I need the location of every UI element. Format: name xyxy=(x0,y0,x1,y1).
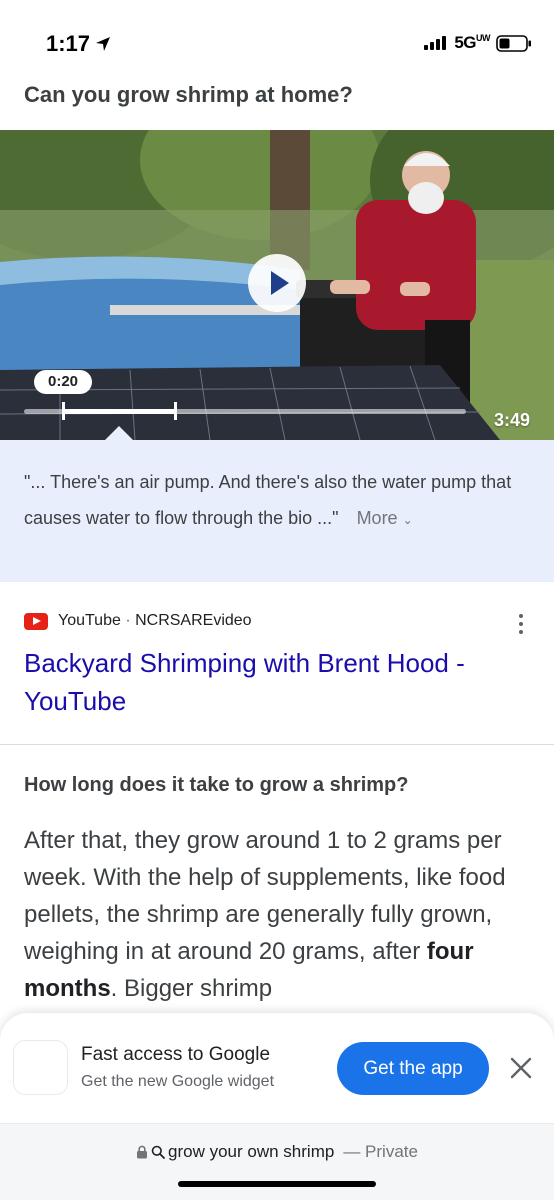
status-bar: 1:17 5GUW xyxy=(0,0,554,80)
lock-icon xyxy=(137,1145,148,1159)
more-options-icon[interactable] xyxy=(518,614,524,634)
play-button[interactable] xyxy=(248,254,306,312)
youtube-icon xyxy=(24,612,48,630)
transcript-text: "... There's an air pump. And there's al… xyxy=(24,464,530,538)
network-label: 5GUW xyxy=(454,33,490,52)
divider xyxy=(0,744,554,745)
snippet-pointer xyxy=(104,426,134,441)
address-text[interactable]: grow your own shrimp — Private xyxy=(0,1142,554,1162)
more-link[interactable]: More ⌄ xyxy=(357,508,413,528)
result-source[interactable]: YouTube · NCRSAREvideo xyxy=(24,612,252,630)
current-time-bubble: 0:20 xyxy=(34,370,92,394)
transcript-quote: "... There's an air pump. And there's al… xyxy=(24,472,512,528)
private-mode-label: — Private xyxy=(343,1142,418,1161)
promo-subtitle: Get the new Google widget xyxy=(81,1073,275,1090)
progress-start-marker[interactable] xyxy=(62,402,65,420)
faq-question[interactable]: How long does it take to grow a shrimp? xyxy=(24,774,408,797)
clock: 1:17 xyxy=(46,31,91,56)
progress-end-marker[interactable] xyxy=(174,402,177,420)
get-app-button[interactable]: Get the app xyxy=(337,1042,489,1095)
page-question: Can you grow shrimp at home? xyxy=(24,82,353,107)
address-query: grow your own shrimp xyxy=(168,1142,335,1161)
promo-title: Fast access to Google xyxy=(81,1044,271,1065)
location-arrow-icon xyxy=(96,37,111,51)
google-widget-icon xyxy=(13,1040,68,1095)
signal-icon xyxy=(424,36,447,50)
video-duration: 3:49 xyxy=(493,410,530,430)
home-indicator[interactable] xyxy=(178,1181,376,1187)
faq-answer: After that, they grow around 1 to 2 gram… xyxy=(24,827,506,1002)
chevron-down-icon: ⌄ xyxy=(402,513,413,527)
play-icon xyxy=(271,271,289,295)
status-time: 1:17 xyxy=(46,31,112,57)
source-text: YouTube · NCRSAREvideo xyxy=(58,612,252,629)
close-icon[interactable] xyxy=(508,1055,534,1081)
search-icon xyxy=(151,1145,165,1159)
result-title-link[interactable]: Backyard Shrimping with Brent Hood - You… xyxy=(24,644,534,720)
progress-segment xyxy=(64,409,176,414)
battery-icon xyxy=(496,34,531,52)
transcript-snippet: "... There's an air pump. And there's al… xyxy=(0,440,554,582)
status-indicators: 5GUW xyxy=(424,33,532,53)
